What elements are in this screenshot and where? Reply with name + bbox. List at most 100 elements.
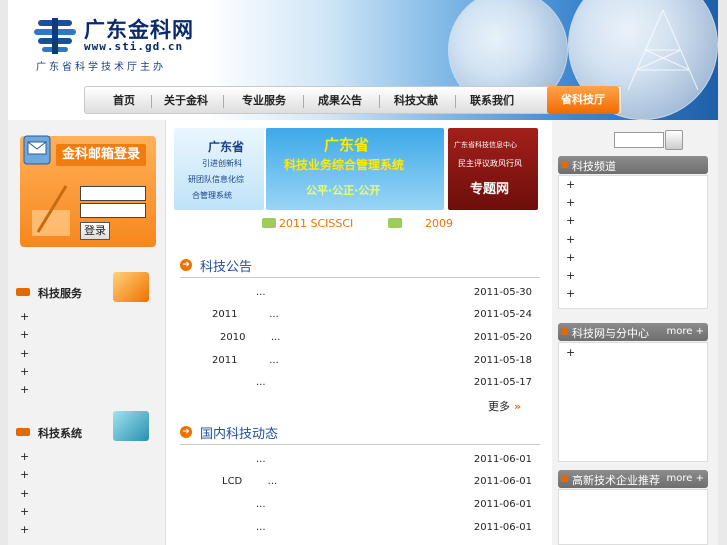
- tech-channel-header: 科技频道: [558, 156, 708, 174]
- list-item[interactable]: +: [20, 328, 29, 346]
- list-item[interactable]: +: [20, 450, 29, 468]
- square-bullet-icon: [561, 475, 568, 482]
- arrow-circle-icon: ➜: [180, 426, 192, 438]
- news-date: 2011-05-20: [473, 332, 532, 343]
- news-title[interactable]: 2011 ...: [212, 355, 279, 366]
- announcements-title[interactable]: 科技公告: [200, 256, 252, 275]
- leaf-icon: [262, 218, 276, 228]
- list-item[interactable]: +: [20, 523, 29, 541]
- list-item[interactable]: +: [566, 346, 575, 364]
- service-badge-icon: [113, 272, 149, 302]
- nav-contact[interactable]: 联系我们: [459, 87, 525, 115]
- more-link[interactable]: 更多»: [488, 398, 521, 414]
- site-url: www.sti.gd.cn: [84, 40, 184, 53]
- right-sidebar: 科技频道 + + + + + + + 科技网与分中心 more + + 高新技术…: [552, 120, 718, 545]
- list-item[interactable]: +: [566, 214, 575, 232]
- nav-about[interactable]: 关于金科: [155, 87, 217, 115]
- mail-login-title: 金科邮箱登录: [56, 144, 146, 166]
- leaf-icon: [388, 218, 402, 228]
- table-row: ... 2011-06-01: [186, 450, 536, 472]
- domestic-news-header: ➜ 国内科技动态: [180, 421, 540, 445]
- banner-text: 公平·公正·公开: [306, 184, 381, 197]
- mail-login-panel: 金科邮箱登录 登录: [20, 135, 156, 247]
- nav-home[interactable]: 首页: [99, 87, 149, 115]
- more-link[interactable]: more +: [667, 473, 704, 484]
- table-row: 2011 ... 2011-05-24: [186, 305, 536, 327]
- news-date: 2011-05-24: [473, 309, 532, 320]
- login-button[interactable]: 登录: [80, 222, 110, 240]
- news-date: 2011-06-01: [473, 522, 532, 533]
- news-title[interactable]: ...: [256, 287, 266, 298]
- tech-system-list: + + + + +: [20, 450, 29, 541]
- branch-center-panel: [558, 342, 708, 462]
- table-row: 2010 ... 2011-05-20: [186, 328, 536, 350]
- news-title[interactable]: ...: [256, 454, 266, 465]
- nav-results[interactable]: 成果公告: [307, 87, 373, 115]
- list-item[interactable]: +: [20, 310, 29, 328]
- tech-service-title: 科技服务: [38, 287, 82, 300]
- news-title[interactable]: 2010 ...: [220, 332, 280, 343]
- more-link[interactable]: more +: [667, 326, 704, 337]
- news-date: 2011-05-30: [473, 287, 532, 298]
- promo-link[interactable]: 2009: [388, 217, 453, 230]
- system-badge-icon: [113, 411, 149, 441]
- banner-text: 专题网: [470, 182, 510, 197]
- main-nav: 首页 关于金科 专业服务 成果公告 科技文献 联系我们: [84, 86, 622, 114]
- banner-research-team[interactable]: 广东省 引进创新科 研团队信息化综 合管理系统: [174, 128, 264, 210]
- announcements-header: ➜ 科技公告: [180, 254, 540, 278]
- list-item[interactable]: +: [20, 468, 29, 486]
- news-date: 2011-05-17: [473, 377, 532, 388]
- branch-center-header: 科技网与分中心 more +: [558, 323, 708, 341]
- nav-divider: [303, 95, 304, 108]
- banner-management-system[interactable]: 广东省 科技业务综合管理系统 公平·公正·公开: [266, 128, 444, 210]
- search-input[interactable]: [614, 132, 664, 148]
- list-item[interactable]: +: [566, 233, 575, 251]
- news-date: 2011-06-01: [473, 476, 532, 487]
- square-bullet-icon: [561, 161, 568, 168]
- news-date: 2011-05-18: [473, 355, 532, 366]
- list-item[interactable]: +: [566, 178, 575, 196]
- radio-tower-image: [627, 10, 699, 90]
- banner-text: 民主评议政风行风: [458, 159, 522, 168]
- list-item[interactable]: +: [566, 196, 575, 214]
- list-item[interactable]: +: [20, 383, 29, 401]
- promo-link[interactable]: 2011 SCISSCI: [262, 217, 353, 230]
- username-field[interactable]: [80, 186, 146, 201]
- list-item[interactable]: +: [20, 365, 29, 383]
- hightech-title: 高新技术企业推荐: [572, 474, 660, 487]
- pen-illustration: [32, 185, 70, 236]
- list-item[interactable]: +: [566, 287, 575, 305]
- search-button[interactable]: [665, 130, 683, 150]
- news-title[interactable]: ...: [256, 377, 266, 388]
- domestic-news-title[interactable]: 国内科技动态: [200, 423, 278, 442]
- hightech-header: 高新技术企业推荐 more +: [558, 470, 708, 488]
- list-item[interactable]: +: [566, 251, 575, 269]
- nav-divider: [151, 95, 152, 108]
- news-date: 2011-06-01: [473, 499, 532, 510]
- banner-text: 研团队信息化综: [188, 175, 244, 184]
- list-item[interactable]: +: [20, 487, 29, 505]
- list-item[interactable]: +: [20, 347, 29, 365]
- password-field[interactable]: [80, 203, 146, 218]
- double-arrow-icon: [16, 428, 30, 436]
- nav-divider: [455, 95, 456, 108]
- list-item[interactable]: +: [20, 505, 29, 523]
- nav-literature[interactable]: 科技文献: [383, 87, 449, 115]
- news-title[interactable]: LCD ...: [222, 476, 277, 487]
- news-title[interactable]: ...: [256, 522, 266, 533]
- banner-text: 广东省: [324, 136, 370, 154]
- double-arrow-icon: [16, 288, 30, 296]
- tech-service-list: + + + + +: [20, 310, 29, 401]
- list-item[interactable]: +: [566, 269, 575, 287]
- news-date: 2011-06-01: [473, 454, 532, 465]
- news-title[interactable]: 2011 ...: [212, 309, 279, 320]
- branch-center-list: +: [566, 346, 575, 364]
- nav-provincial-dept[interactable]: 省科技厅: [547, 86, 619, 114]
- logo-icon: [34, 18, 76, 54]
- nav-services[interactable]: 专业服务: [229, 87, 299, 115]
- double-chevron-icon: »: [514, 400, 522, 413]
- banner-special-topic[interactable]: 广东省科技信息中心 民主评议政风行风 专题网: [448, 128, 538, 210]
- news-title[interactable]: ...: [256, 499, 266, 510]
- table-row: ... 2011-05-17: [186, 373, 536, 395]
- nav-divider: [223, 95, 224, 108]
